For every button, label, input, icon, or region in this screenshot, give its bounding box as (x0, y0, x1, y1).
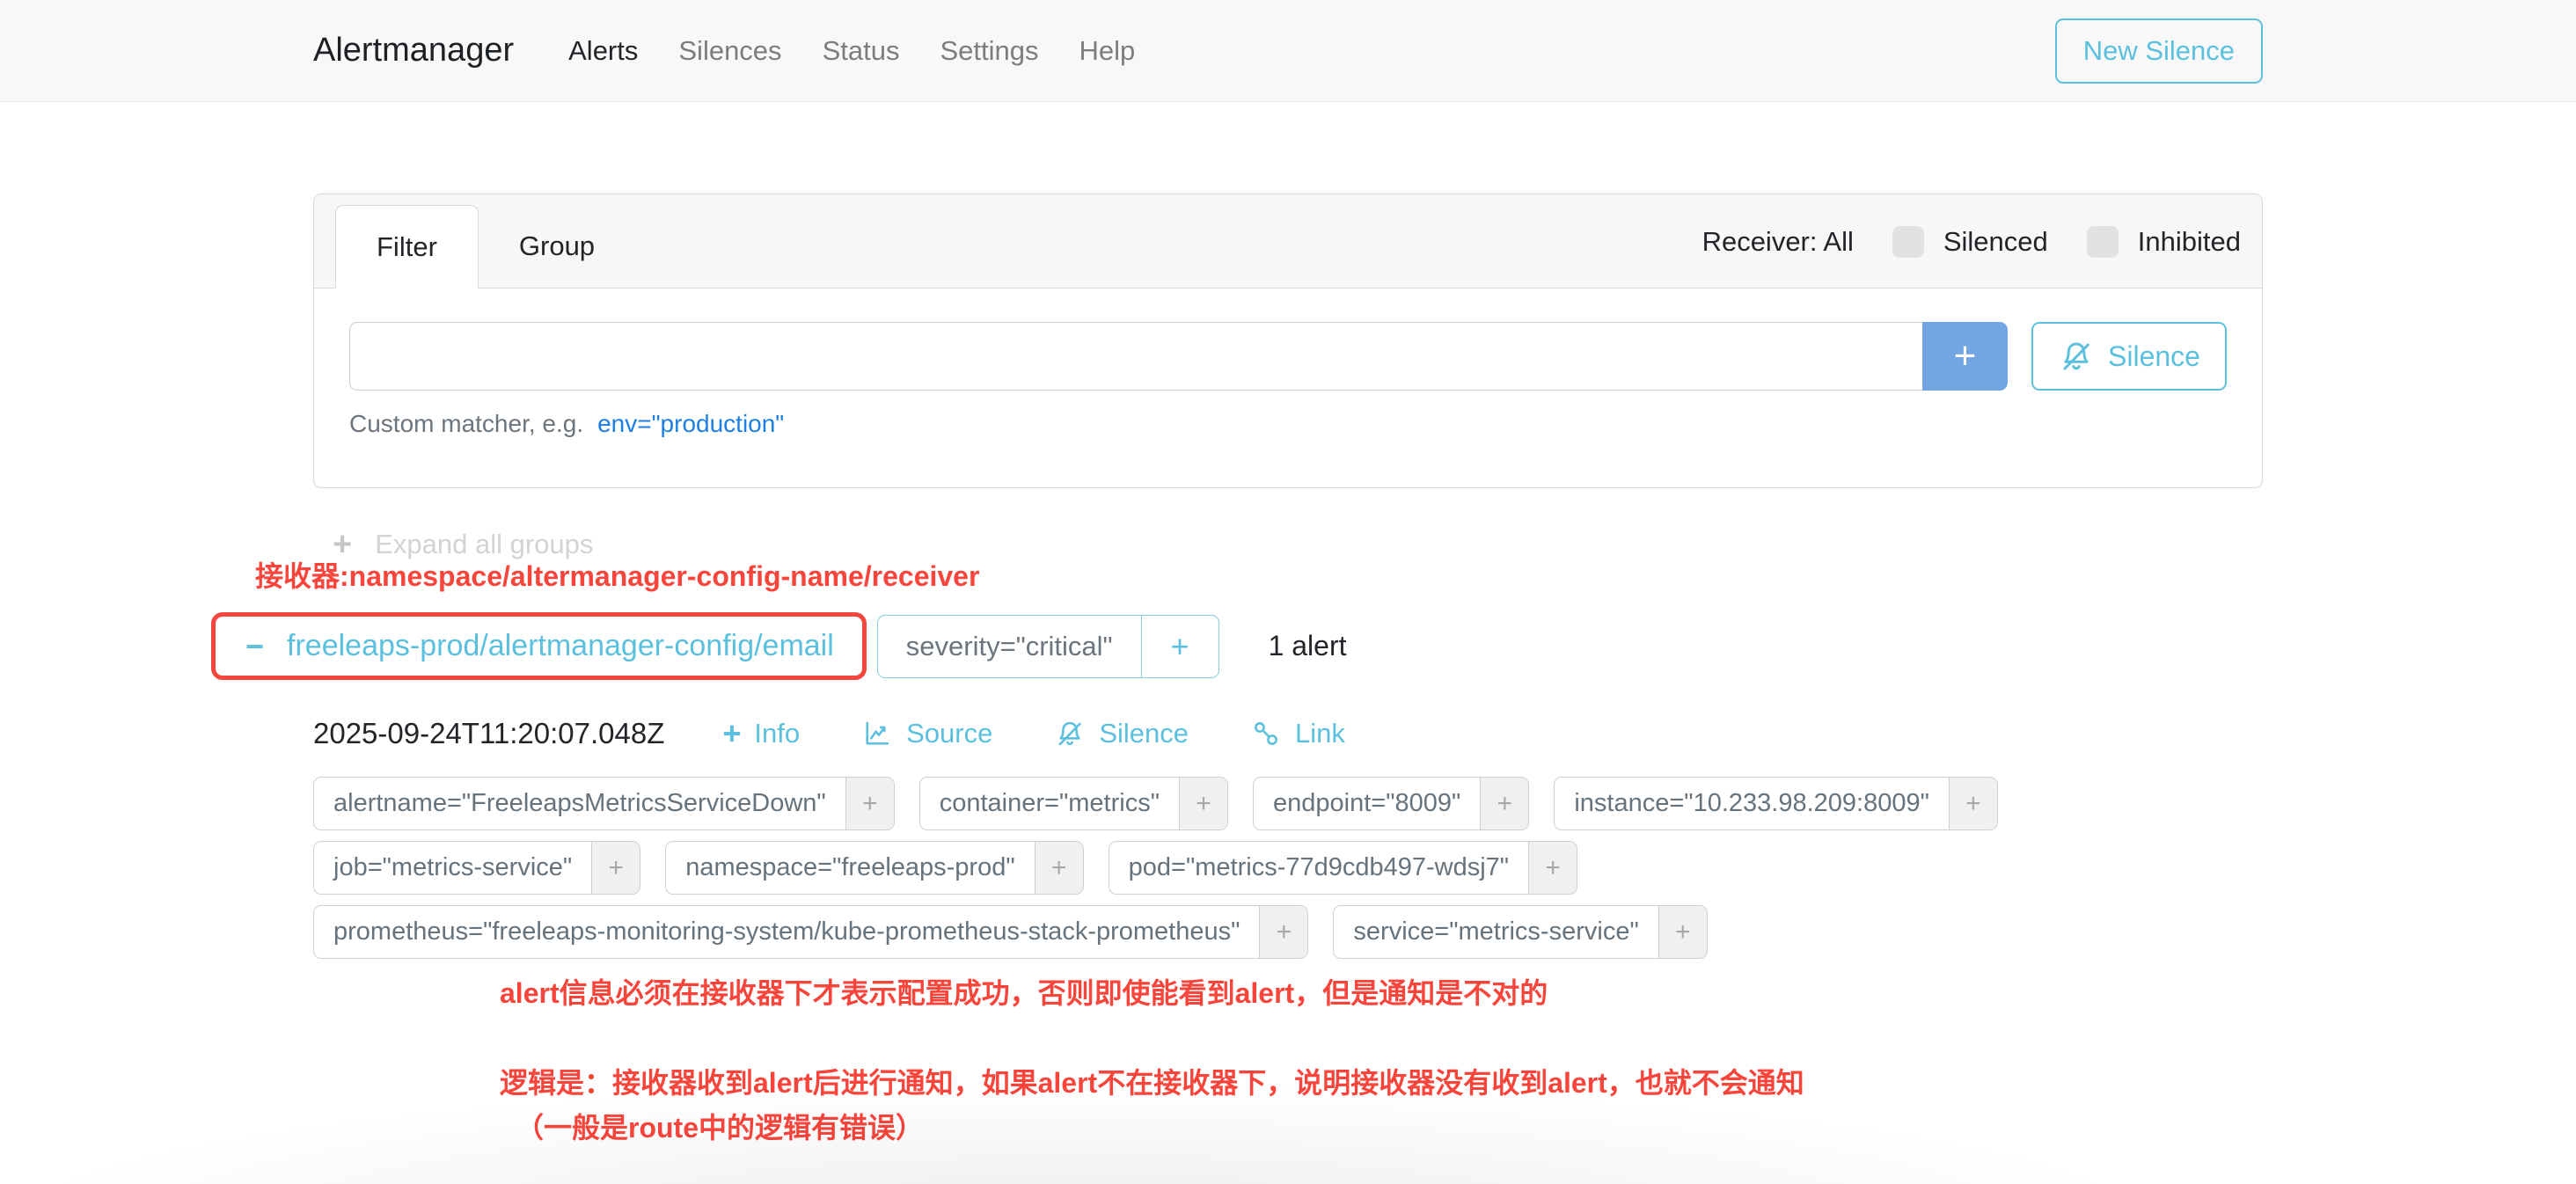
label-add-button[interactable]: + (1179, 778, 1227, 830)
nav-links: Alerts Silences Status Settings Help (568, 35, 1135, 67)
alert-group-row: − freeleaps-prod/alertmanager-config/ema… (211, 612, 2263, 680)
severity-add-button[interactable]: + (1141, 616, 1218, 677)
new-silence-button[interactable]: New Silence (2055, 18, 2263, 84)
severity-matcher-label: severity="critical" (878, 616, 1141, 677)
alert-timestamp: 2025-09-24T11:20:07.048Z (313, 717, 664, 750)
inhibited-checkbox[interactable] (2087, 226, 2119, 258)
label-text: pod="metrics-77d9cdb497-wdsj7" (1109, 842, 1528, 894)
alert-block: 2025-09-24T11:20:07.048Z + Info Source (313, 717, 2263, 1151)
navbar: Alertmanager Alerts Silences Status Sett… (0, 0, 2576, 102)
collapse-icon: − (245, 631, 264, 662)
filter-header-controls: Receiver: All Silenced Inhibited (1702, 205, 2241, 288)
alert-link-button[interactable]: Link (1250, 718, 1345, 749)
label-tag-prometheus: prometheus="freeleaps-monitoring-system/… (313, 905, 1308, 959)
silence-filter-label: Silence (2108, 340, 2200, 373)
label-text: service="metrics-service" (1334, 906, 1658, 958)
plus-icon: + (722, 718, 741, 749)
alert-source-label: Source (906, 718, 992, 749)
label-add-button[interactable]: + (1480, 778, 1528, 830)
logic-annotation-line1: 逻辑是：接收器收到alert后进行通知，如果alert不在接收器下，说明接收器没… (500, 1061, 2263, 1106)
labels-row: prometheus="freeleaps-monitoring-system/… (313, 905, 2263, 959)
silenced-checkbox[interactable] (1892, 226, 1924, 258)
label-add-button[interactable]: + (845, 778, 894, 830)
add-matcher-button[interactable]: + (1922, 322, 2008, 391)
label-add-button[interactable]: + (1658, 906, 1707, 958)
label-text: alertname="FreeleapsMetricsServiceDown" (314, 778, 845, 830)
alert-info-button[interactable]: + Info (722, 718, 800, 749)
matcher-helper: Custom matcher, e.g. env="production" (349, 410, 2227, 438)
label-text: namespace="freeleaps-prod" (666, 842, 1034, 894)
tab-filter[interactable]: Filter (335, 205, 479, 289)
alert-annotation-text: alert信息必须在接收器下才表示配置成功，否则即使能看到alert，但是通知是… (500, 971, 2263, 1012)
groups-section: + Expand all groups 接收器:namespace/alterm… (313, 528, 2263, 1151)
label-add-button[interactable]: + (1528, 842, 1577, 894)
link-icon (1250, 718, 1282, 749)
logic-annotation-line2: （一般是route中的逻辑有错误） (500, 1106, 2263, 1151)
matcher-input[interactable] (349, 322, 1922, 391)
nav-item-status[interactable]: Status (823, 35, 900, 67)
filter-card-body: + Silence Custom matcher, e.g. env="prod… (314, 289, 2262, 487)
filter-card-header: Filter Group Receiver: All Silenced Inhi… (314, 194, 2262, 289)
bell-slash-icon (2058, 338, 2095, 375)
label-add-button[interactable]: + (591, 842, 640, 894)
severity-matcher-tag: severity="critical" + (877, 615, 1219, 678)
matcher-row: + Silence (349, 322, 2227, 391)
silenced-filter[interactable]: Silenced (1892, 226, 2048, 258)
label-text: job="metrics-service" (314, 842, 591, 894)
alert-link-label: Link (1295, 718, 1345, 749)
label-text: instance="10.233.98.209:8009" (1555, 778, 1949, 830)
main-content: Filter Group Receiver: All Silenced Inhi… (0, 194, 2576, 1151)
alert-silence-label: Silence (1099, 718, 1189, 749)
tab-group[interactable]: Group (479, 205, 635, 288)
receiver-group-label: freeleaps-prod/alertmanager-config/email (287, 629, 834, 663)
alert-header: 2025-09-24T11:20:07.048Z + Info Source (313, 717, 2263, 750)
logic-annotation-text: 逻辑是：接收器收到alert后进行通知，如果alert不在接收器下，说明接收器没… (500, 1061, 2263, 1151)
silenced-label: Silenced (1943, 226, 2048, 258)
receiver-group-button[interactable]: − freeleaps-prod/alertmanager-config/ema… (223, 622, 855, 670)
label-tag-container: container="metrics" + (919, 777, 1228, 830)
matcher-input-group: + (349, 322, 2008, 391)
filter-card: Filter Group Receiver: All Silenced Inhi… (313, 194, 2263, 488)
labels-row: job="metrics-service" + namespace="freel… (313, 841, 2263, 895)
label-tag-pod: pod="metrics-77d9cdb497-wdsj7" + (1109, 841, 1577, 895)
receiver-filter-label[interactable]: Receiver: All (1702, 226, 1854, 258)
label-tag-endpoint: endpoint="8009" + (1253, 777, 1529, 830)
alert-count-text: 1 alert (1269, 630, 1347, 662)
nav-item-alerts[interactable]: Alerts (568, 35, 638, 67)
label-add-button[interactable]: + (1035, 842, 1083, 894)
label-text: container="metrics" (920, 778, 1179, 830)
inhibited-label: Inhibited (2138, 226, 2241, 258)
labels-row: alertname="FreeleapsMetricsServiceDown" … (313, 777, 2263, 830)
label-tag-job: job="metrics-service" + (313, 841, 640, 895)
nav-item-help[interactable]: Help (1079, 35, 1135, 67)
alert-source-link[interactable]: Source (861, 718, 992, 749)
receiver-annotation-text: 接收器:namespace/altermanager-config-name/r… (255, 554, 979, 595)
silence-filter-button[interactable]: Silence (2031, 322, 2227, 391)
alert-info-label: Info (754, 718, 800, 749)
matcher-example-link[interactable]: env="production" (597, 410, 784, 438)
matcher-helper-text: Custom matcher, e.g. (349, 410, 583, 438)
label-tag-instance: instance="10.233.98.209:8009" + (1554, 777, 1998, 830)
bell-slash-icon (1054, 718, 1086, 749)
filter-tabs: Filter Group (335, 205, 635, 288)
nav-item-settings[interactable]: Settings (940, 35, 1038, 67)
alert-silence-button[interactable]: Silence (1054, 718, 1189, 749)
nav-item-silences[interactable]: Silences (678, 35, 781, 67)
app-brand[interactable]: Alertmanager (313, 32, 514, 69)
alert-labels: alertname="FreeleapsMetricsServiceDown" … (313, 777, 2263, 959)
label-text: endpoint="8009" (1254, 778, 1480, 830)
label-text: prometheus="freeleaps-monitoring-system/… (314, 906, 1259, 958)
inhibited-filter[interactable]: Inhibited (2087, 226, 2241, 258)
label-add-button[interactable]: + (1949, 778, 1997, 830)
label-add-button[interactable]: + (1259, 906, 1307, 958)
label-tag-alertname: alertname="FreeleapsMetricsServiceDown" … (313, 777, 895, 830)
receiver-highlight-box: − freeleaps-prod/alertmanager-config/ema… (211, 612, 867, 680)
label-tag-namespace: namespace="freeleaps-prod" + (665, 841, 1083, 895)
label-tag-service: service="metrics-service" + (1333, 905, 1707, 959)
chart-line-icon (861, 718, 893, 749)
